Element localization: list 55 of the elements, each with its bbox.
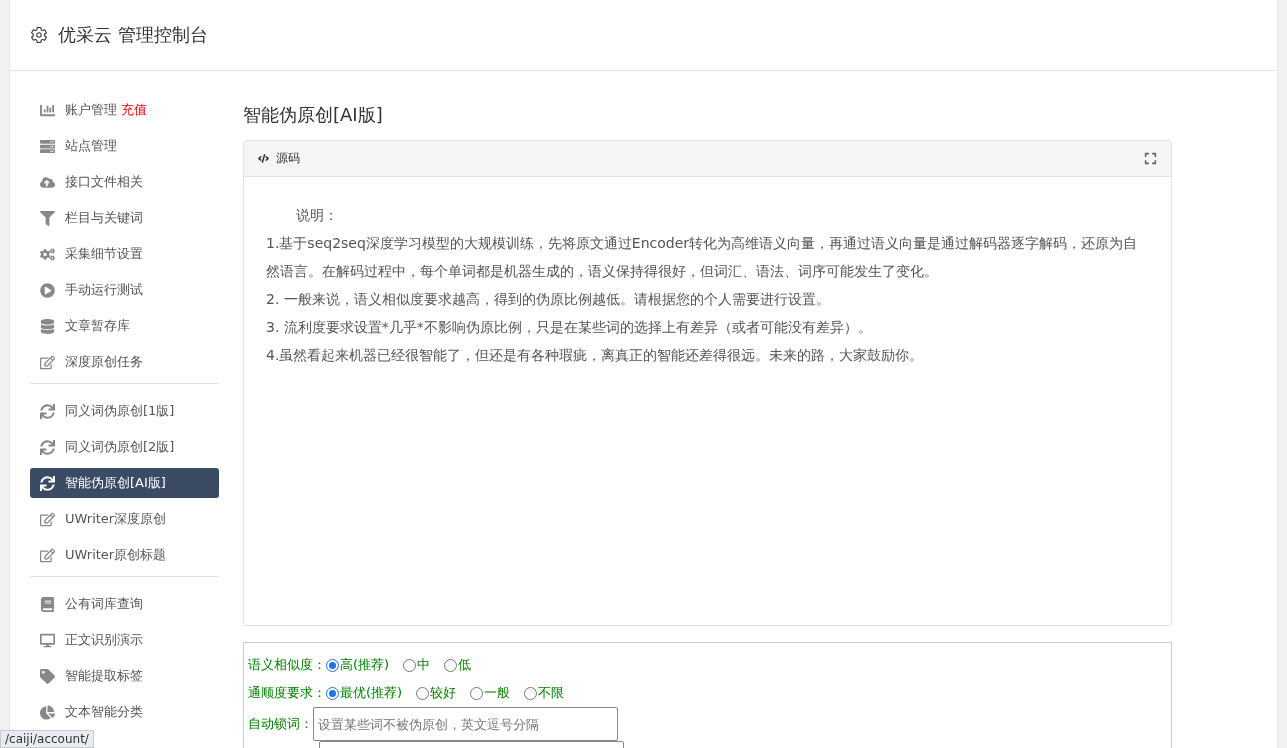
- source-tab[interactable]: 源码: [258, 150, 300, 167]
- sidebar-item-label: 同义词伪原创[1版]: [65, 402, 175, 420]
- sidebar-item-label: 公有词库查询: [65, 595, 143, 613]
- description-text: 4.虽然看起来机器已经很智能了，但还是有各种瑕疵，离真正的智能还差得很远。未来的路，大家鼓励你。: [266, 346, 925, 365]
- url-tooltip: /caiji/account/: [0, 730, 94, 748]
- radio-option[interactable]: 最优(推荐): [326, 684, 403, 702]
- sidebar-item-label: 采集细节设置: [65, 245, 143, 263]
- option-label: 通顺度要求：: [248, 684, 326, 702]
- sidebar-item-label: UWriter原创标题: [65, 546, 167, 564]
- sidebar-item[interactable]: 站点管理: [30, 131, 219, 161]
- sidebar-item-label: 智能伪原创[AI版]: [65, 474, 166, 492]
- sidebar-item-label: 账户管理: [65, 101, 117, 119]
- sidebar-item-label: 文本智能分类: [65, 703, 143, 721]
- input-field[interactable]: 设置某些词不被伪原创，英文逗号分隔: [313, 707, 618, 741]
- sidebar-item-label: 文章暂存库: [65, 317, 130, 335]
- sidebar-item-label: 手动运行测试: [65, 281, 143, 299]
- description-text: 2. 一般来说，语义相似度要求越高，得到的伪原比例越低。请根据您的个人需要进行设置。: [266, 290, 831, 309]
- radio-option[interactable]: 一般: [470, 684, 511, 702]
- sidebar-item[interactable]: 公有词库查询: [30, 589, 219, 619]
- radio-option[interactable]: 高(推荐): [326, 656, 390, 674]
- radio-option[interactable]: 中: [403, 656, 431, 674]
- sidebar-item[interactable]: UWriter原创标题: [30, 540, 219, 570]
- sidebar-item[interactable]: UWriter深度原创: [30, 504, 219, 534]
- sidebar-item[interactable]: 深度原创任务: [30, 347, 219, 377]
- sidebar-item-label: 栏目与关键词: [65, 209, 143, 227]
- sidebar-item[interactable]: 文本智能分类: [30, 697, 219, 727]
- radio-option[interactable]: 较好: [416, 684, 457, 702]
- option-label: 自动锁词：: [248, 715, 313, 733]
- sidebar-item[interactable]: 智能伪原创[AI版]: [30, 468, 219, 498]
- sidebar-item-label: 正文识别演示: [65, 631, 143, 649]
- description-text: 3. 流利度要求设置*几乎*不影响伪原比例，只是在某些词的选择上有差异（或者可能没有差异）。: [266, 318, 873, 337]
- description-text: 1.基于seq2seq深度学习模型的大规模训练，先将原文通过Encoder转化为高维语义向量，再通过语义向量是通过解码器逐字解码，还原为自然语言。在解码过程中，每个单词都是机器生成的，语义保持得很好，但词汇、语法、词序可能发生了变化。: [266, 234, 1139, 281]
- sidebar-item[interactable]: 智能提取标签: [30, 661, 219, 691]
- sidebar-item-label: 站点管理: [65, 137, 117, 155]
- sidebar-item[interactable]: 同义词伪原创[1版]: [30, 396, 219, 426]
- sidebar-item-label: UWriter深度原创: [65, 510, 167, 528]
- sidebar-item[interactable]: 手动运行测试: [30, 275, 219, 305]
- sidebar-item[interactable]: 采集细节设置: [30, 239, 219, 269]
- recharge-link[interactable]: 充值: [121, 101, 147, 119]
- sidebar-item[interactable]: 接口文件相关: [30, 167, 219, 197]
- radio-option[interactable]: 低: [444, 656, 472, 674]
- description-text: 说明：: [295, 206, 339, 225]
- sidebar-item[interactable]: 同义词伪原创[2版]: [30, 432, 219, 462]
- sidebar-item-label: 接口文件相关: [65, 173, 143, 191]
- sidebar-item-label: 智能提取标签: [65, 667, 143, 685]
- radio-option[interactable]: 不限: [524, 684, 565, 702]
- console-title: 优采云 管理控制台: [58, 23, 208, 47]
- sidebar-item[interactable]: 账户管理 充值: [30, 95, 219, 125]
- sidebar-item-label: 深度原创任务: [65, 353, 143, 371]
- page-title: 智能伪原创[AI版]: [243, 103, 384, 127]
- sidebar-item-label: 同义词伪原创[2版]: [65, 438, 175, 456]
- sidebar-item[interactable]: 文章暂存库: [30, 311, 219, 341]
- sidebar-item[interactable]: 正文识别演示: [30, 625, 219, 655]
- sidebar-item[interactable]: 栏目与关键词: [30, 203, 219, 233]
- option-label: 语义相似度：: [248, 656, 326, 674]
